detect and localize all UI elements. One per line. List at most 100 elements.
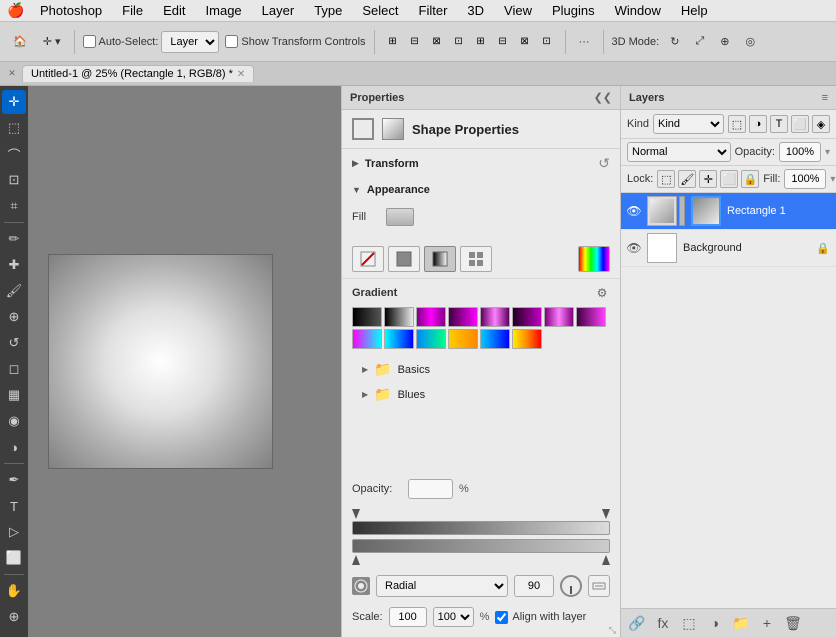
pen-tool[interactable]: ✒ — [2, 468, 26, 492]
marquee-tool[interactable]: ⬚ — [2, 116, 26, 140]
gradient-bar-bottom[interactable] — [352, 539, 610, 553]
kind-select[interactable]: Kind — [653, 114, 724, 134]
menu-select[interactable]: Select — [354, 1, 406, 20]
menu-3d[interactable]: 3D — [459, 1, 492, 20]
autoselect-checkbox[interactable] — [83, 35, 96, 48]
menu-image[interactable]: Image — [198, 1, 250, 20]
gradient-type-select[interactable]: Radial Linear Angle Reflected Diamond — [376, 575, 508, 597]
align-layer-label[interactable]: Align with layer — [495, 611, 586, 624]
reverse-gradient-btn[interactable] — [588, 575, 610, 597]
gradient-stop-right[interactable] — [602, 509, 610, 519]
adjustment-filter-icon[interactable]: ◑ — [749, 115, 767, 133]
basics-folder-row[interactable]: ▶ 📁 Basics — [342, 357, 620, 382]
gradient-swatch-9[interactable] — [384, 329, 414, 349]
threed-orbit-button[interactable]: ◎ — [740, 32, 760, 51]
menu-layer[interactable]: Layer — [254, 1, 303, 20]
transform-label[interactable]: Show Transform Controls — [225, 35, 365, 48]
add-mask-btn[interactable]: ⬚ — [679, 613, 699, 633]
shape-filter-icon[interactable]: ⬜ — [791, 115, 809, 133]
fill-color-spectrum-btn[interactable] — [578, 246, 610, 272]
menu-filter[interactable]: Filter — [411, 1, 456, 20]
align-left-button[interactable]: ⊞ — [383, 32, 403, 52]
gradient-swatch-8[interactable] — [352, 329, 382, 349]
fill-dropdown-icon[interactable]: ▾ — [830, 174, 835, 185]
properties-collapse-icon[interactable]: ❮❮ — [594, 91, 612, 104]
adjustment-layer-btn[interactable]: ◑ — [705, 613, 725, 633]
autoselect-label[interactable]: Auto-Select: Layer — [83, 31, 220, 53]
fill-field[interactable] — [784, 169, 826, 189]
fill-none-btn[interactable] — [352, 246, 384, 272]
healing-tool[interactable]: ✚ — [2, 253, 26, 277]
threed-zoom-button[interactable]: ⊕ — [715, 32, 734, 51]
object-select-tool[interactable]: ⊡ — [2, 168, 26, 192]
brush-tool[interactable]: 🖌 — [2, 279, 26, 303]
fill-solid-btn[interactable] — [388, 246, 420, 272]
transform-checkbox[interactable] — [225, 35, 238, 48]
menu-view[interactable]: View — [496, 1, 540, 20]
gradient-swatch-12[interactable] — [480, 329, 510, 349]
zoom-tool[interactable]: ⊕ — [2, 605, 26, 629]
lock-image-btn[interactable]: 🖌 — [678, 170, 696, 188]
smart-filter-icon[interactable]: ◈ — [812, 115, 830, 133]
move-tool-button[interactable]: ✛ ▾ — [38, 32, 66, 51]
type-filter-icon[interactable]: T — [770, 115, 788, 133]
gradient-swatch-1[interactable] — [384, 307, 414, 327]
lock-all-btn[interactable]: 🔒 — [741, 170, 759, 188]
delete-layer-btn[interactable]: 🗑 — [783, 613, 803, 633]
angle-wheel[interactable] — [560, 575, 582, 597]
menu-photoshop[interactable]: Photoshop — [32, 1, 110, 20]
gradient-settings-icon[interactable]: ⚙ — [594, 285, 610, 301]
crop-tool[interactable]: ⌗ — [2, 194, 26, 218]
blur-tool[interactable]: ◉ — [2, 409, 26, 433]
path-select-tool[interactable]: ▷ — [2, 520, 26, 544]
canvas-area[interactable] — [28, 86, 341, 637]
gradient-swatch-3[interactable] — [448, 307, 478, 327]
document-tab[interactable]: Untitled-1 @ 25% (Rectangle 1, RGB/8) * … — [22, 65, 254, 82]
eraser-tool[interactable]: ◻ — [2, 357, 26, 381]
layer-rectangle-1[interactable]: 👁 Rectangle 1 — [621, 193, 836, 230]
opacity-dropdown-icon[interactable]: ▾ — [825, 147, 830, 158]
align-right-button[interactable]: ⊠ — [427, 32, 447, 52]
fill-gradient-btn[interactable] — [424, 246, 456, 272]
gradient-swatch-11[interactable] — [448, 329, 478, 349]
distribute-v-button[interactable]: ⊡ — [537, 32, 557, 52]
autoselect-select[interactable]: Layer — [161, 31, 219, 53]
lock-position-btn[interactable]: ✛ — [699, 170, 717, 188]
text-tool[interactable]: T — [2, 494, 26, 518]
angle-input[interactable] — [514, 575, 554, 597]
clone-tool[interactable]: ⊕ — [2, 305, 26, 329]
group-layers-btn[interactable]: 📁 — [731, 613, 751, 633]
tab-close-btn[interactable]: ✕ — [237, 69, 245, 80]
gradient-swatch-0[interactable] — [352, 307, 382, 327]
blues-folder-row[interactable]: ▶ 📁 Blues — [342, 382, 620, 407]
gradient-stop-bottom-right[interactable] — [602, 555, 610, 565]
blend-mode-select[interactable]: Normal — [627, 142, 731, 162]
layer-visibility-rectangle-1[interactable]: 👁 — [627, 204, 641, 218]
threed-rotate-button[interactable]: ↻ — [665, 32, 684, 51]
scale-dropdown[interactable]: 100 — [433, 607, 474, 627]
tab-close-icon[interactable]: ✕ — [6, 68, 18, 80]
distribute-h-button[interactable]: ⊠ — [515, 32, 535, 52]
gradient-swatch-5[interactable] — [512, 307, 542, 327]
more-button[interactable]: ··· — [574, 33, 595, 51]
align-middle-button[interactable]: ⊞ — [471, 32, 491, 52]
history-brush[interactable]: ↺ — [2, 331, 26, 355]
shape-tool[interactable]: ⬜ — [2, 546, 26, 570]
lasso-tool[interactable]: ⌒ — [2, 142, 26, 166]
hand-tool[interactable]: ✋ — [2, 579, 26, 603]
eyedropper-tool[interactable]: ✏ — [2, 227, 26, 251]
gradient-tool[interactable]: ▦ — [2, 383, 26, 407]
apple-logo[interactable]: 🍎 — [8, 3, 24, 19]
menu-file[interactable]: File — [114, 1, 151, 20]
gradient-swatch-10[interactable] — [416, 329, 446, 349]
pixel-filter-icon[interactable]: ⬚ — [728, 115, 746, 133]
move-tool[interactable]: ✛ — [2, 90, 26, 114]
menu-type[interactable]: Type — [306, 1, 350, 20]
link-layers-btn[interactable]: 🔗 — [627, 613, 647, 633]
gradient-swatch-4[interactable] — [480, 307, 510, 327]
fill-swatch[interactable] — [386, 208, 414, 226]
gradient-stop-bottom-left[interactable] — [352, 555, 360, 565]
opacity-field[interactable] — [779, 142, 821, 162]
gradient-bar-top[interactable] — [352, 521, 610, 535]
menu-edit[interactable]: Edit — [155, 1, 193, 20]
